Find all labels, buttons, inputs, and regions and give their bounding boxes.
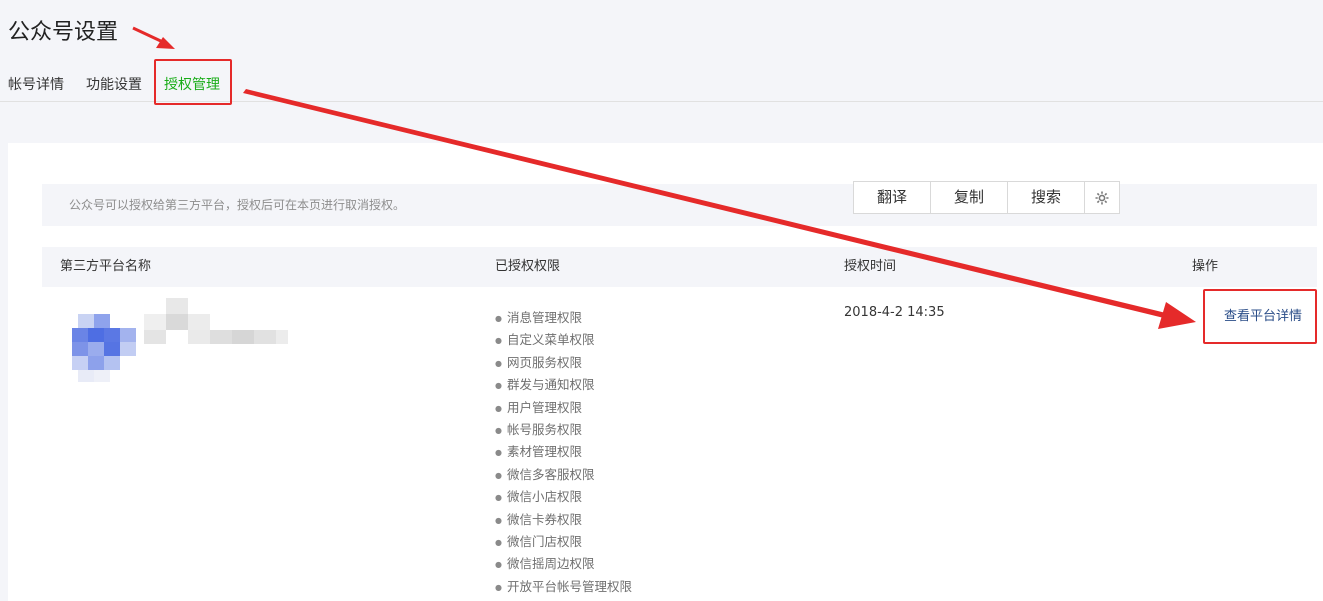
list-item: 网页服务权限 bbox=[495, 352, 632, 374]
list-item: 微信多客服权限 bbox=[495, 464, 632, 486]
column-header-auth-time: 授权时间 bbox=[844, 259, 897, 274]
translate-button[interactable]: 翻译 bbox=[854, 182, 931, 213]
content-card: 公众号可以授权给第三方平台，授权后可在本页进行取消授权。 第三方平台名称 已授权… bbox=[8, 143, 1323, 601]
copy-button[interactable]: 复制 bbox=[931, 182, 1008, 213]
annotation-arrowhead-title bbox=[156, 37, 175, 49]
list-item: 消息管理权限 bbox=[495, 307, 632, 329]
column-header-permissions: 已授权权限 bbox=[495, 259, 561, 274]
platform-logo-blurred bbox=[70, 298, 290, 388]
list-item: 帐号服务权限 bbox=[495, 419, 632, 441]
list-item: 自定义菜单权限 bbox=[495, 329, 632, 351]
list-item: 微信摇周边权限 bbox=[495, 553, 632, 575]
highlight-box-action bbox=[1203, 289, 1317, 344]
table-header: 第三方平台名称 已授权权限 授权时间 操作 bbox=[42, 247, 1317, 287]
highlight-box-tab bbox=[154, 59, 232, 105]
search-button[interactable]: 搜索 bbox=[1008, 182, 1085, 213]
gear-icon[interactable] bbox=[1085, 182, 1119, 213]
column-header-platform-name: 第三方平台名称 bbox=[60, 259, 152, 274]
column-header-actions: 操作 bbox=[1192, 259, 1219, 274]
permission-list: 消息管理权限 自定义菜单权限 网页服务权限 群发与通知权限 用户管理权限 帐号服… bbox=[495, 307, 632, 598]
tab-account-details[interactable]: 帐号详情 bbox=[8, 74, 64, 94]
tab-feature-settings[interactable]: 功能设置 bbox=[86, 74, 142, 94]
list-item: 开放平台帐号管理权限 bbox=[495, 576, 632, 598]
list-item: 用户管理权限 bbox=[495, 397, 632, 419]
list-item: 微信卡券权限 bbox=[495, 509, 632, 531]
list-item: 微信门店权限 bbox=[495, 531, 632, 553]
list-item: 群发与通知权限 bbox=[495, 374, 632, 396]
tip-banner: 公众号可以授权给第三方平台，授权后可在本页进行取消授权。 bbox=[42, 184, 1317, 226]
auth-time: 2018-4-2 14:35 bbox=[844, 305, 945, 320]
list-item: 微信小店权限 bbox=[495, 486, 632, 508]
annotation-arrow-title bbox=[132, 26, 166, 45]
floating-toolbar: 翻译 复制 搜索 bbox=[853, 181, 1120, 214]
page-title: 公众号设置 bbox=[8, 20, 119, 45]
list-item: 素材管理权限 bbox=[495, 441, 632, 463]
